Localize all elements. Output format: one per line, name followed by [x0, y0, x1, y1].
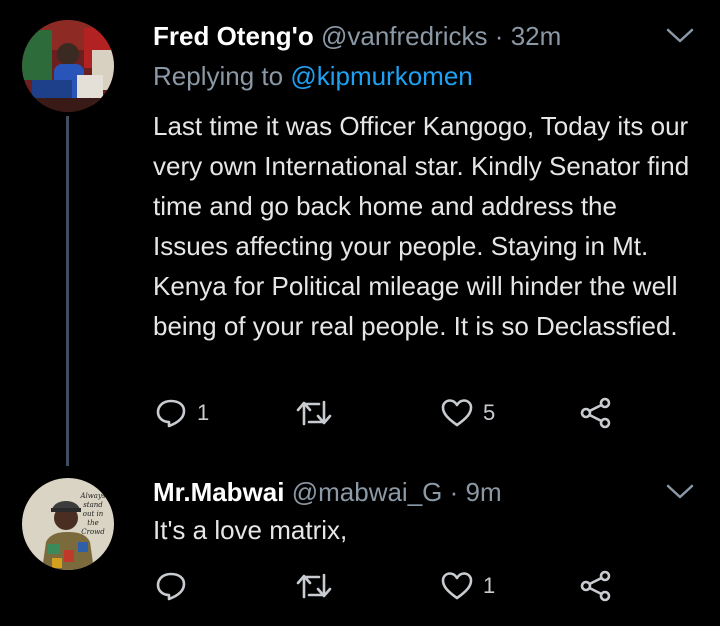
separator: ·	[449, 477, 459, 507]
share-button[interactable]	[579, 570, 613, 602]
reply-icon	[155, 398, 187, 428]
avatar-caption: Always stand out in the Crowd	[80, 492, 106, 536]
display-name[interactable]: Mr.Mabwai	[153, 477, 284, 507]
tweet-header: Mr.Mabwai @mabwai_G · 9m	[153, 476, 502, 508]
timestamp[interactable]: 9m	[466, 477, 502, 507]
retweet-button[interactable]	[295, 570, 343, 602]
like-button[interactable]: 5	[441, 397, 495, 429]
user-handle[interactable]: @vanfredricks	[321, 21, 488, 51]
reply-button[interactable]: 1	[155, 397, 209, 429]
like-count: 1	[483, 573, 496, 598]
like-count: 5	[483, 400, 496, 425]
share-icon	[579, 570, 613, 602]
action-bar: 1	[153, 570, 623, 602]
chevron-down-icon[interactable]	[664, 480, 696, 504]
timestamp[interactable]: 32m	[511, 21, 562, 51]
share-button[interactable]	[579, 397, 613, 429]
avatar[interactable]	[22, 20, 114, 112]
tweet[interactable]: Fred Oteng'o @vanfredricks · 32m Replyin…	[0, 0, 720, 466]
tweet-text: It's a love matrix,	[153, 515, 348, 545]
retweet-icon	[295, 571, 333, 601]
retweet-button[interactable]	[295, 397, 343, 429]
action-bar: 1 5	[153, 397, 623, 429]
tweet-text: Last time it was Officer Kangogo, Today …	[153, 111, 690, 341]
reply-button[interactable]	[155, 570, 197, 602]
avatar[interactable]: Always stand out in the Crowd	[22, 478, 114, 570]
tweet[interactable]: Always stand out in the Crowd Mr.Mabwai …	[0, 450, 720, 626]
heart-icon	[441, 571, 473, 601]
mention-link[interactable]: @kipmurkomen	[290, 61, 472, 91]
chevron-down-icon[interactable]	[664, 24, 696, 48]
reply-count: 1	[197, 400, 210, 425]
like-button[interactable]: 1	[441, 570, 495, 602]
reply-icon	[155, 571, 187, 601]
thread-line	[66, 116, 69, 466]
replying-to: Replying to @kipmurkomen	[153, 60, 473, 92]
retweet-icon	[295, 398, 333, 428]
separator: ·	[494, 21, 504, 51]
user-handle[interactable]: @mabwai_G	[292, 477, 443, 507]
replying-to-label: Replying to	[153, 61, 284, 91]
heart-icon	[441, 398, 473, 428]
share-icon	[579, 397, 613, 429]
tweet-header: Fred Oteng'o @vanfredricks · 32m	[153, 20, 561, 52]
display-name[interactable]: Fred Oteng'o	[153, 21, 314, 51]
